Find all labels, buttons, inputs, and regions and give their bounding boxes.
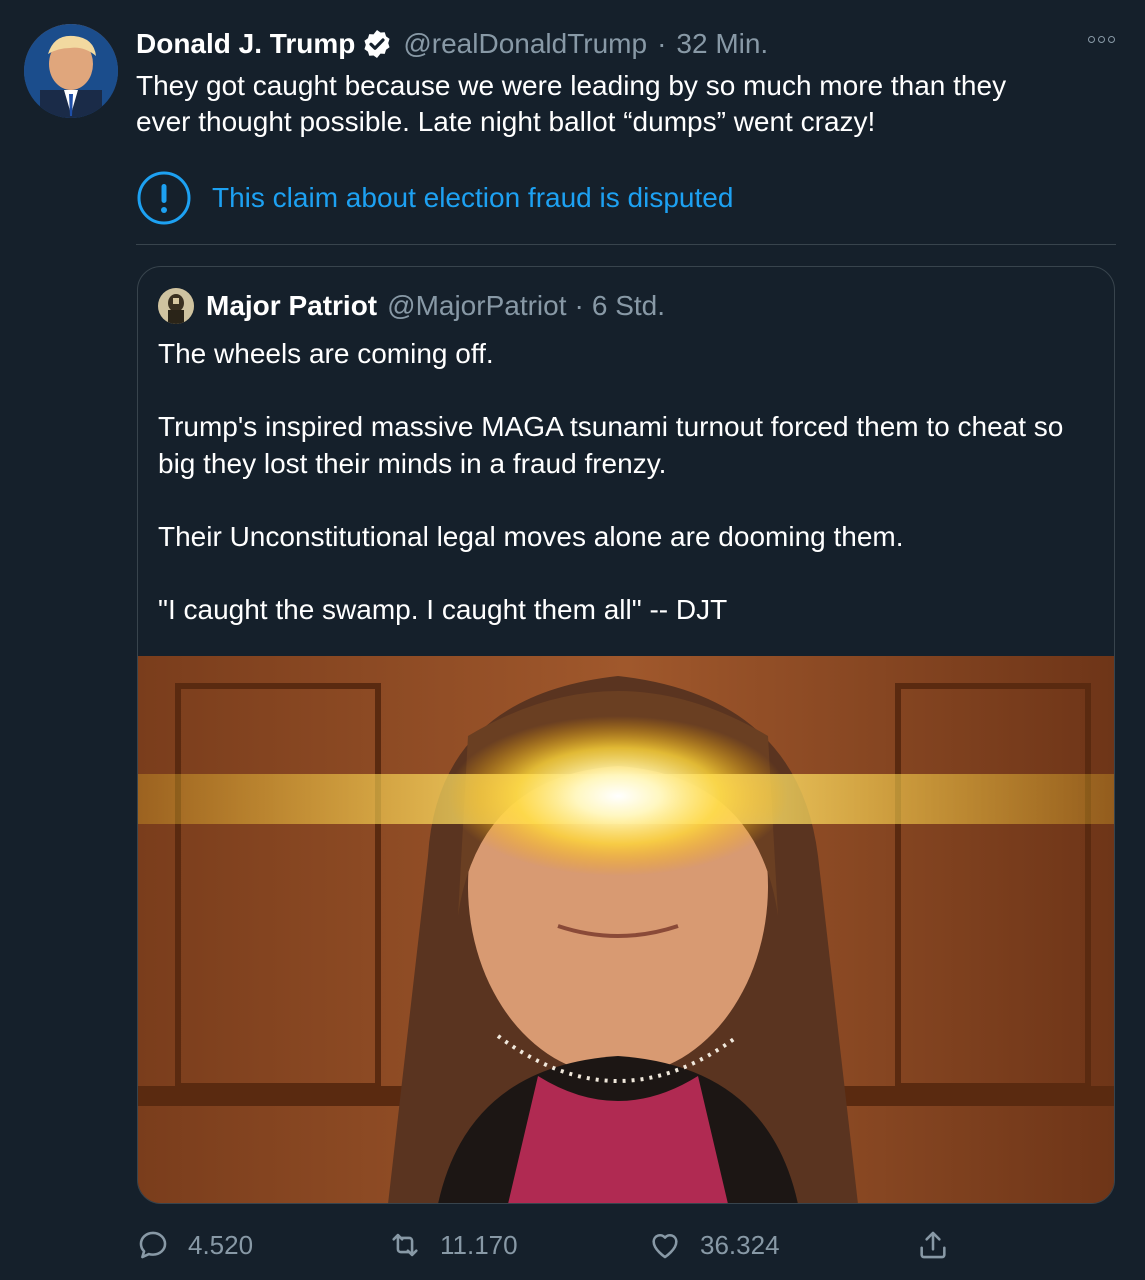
reply-icon [139, 1231, 167, 1259]
quoted-paragraph: "I caught the swamp. I caught them all" … [158, 594, 728, 625]
tweet-text-line-2: ever thought possible. Late night ballot… [136, 106, 876, 137]
heart-icon [652, 1233, 678, 1259]
quoted-paragraph: Trump's inspired massive MAGA tsunami tu… [158, 411, 1064, 479]
quoted-author-handle[interactable]: @MajorPatriot [387, 290, 566, 322]
retweet-count: 11.170 [440, 1229, 518, 1260]
more-options-icon[interactable] [1088, 36, 1115, 43]
quoted-tweet-header: Major Patriot @MajorPatriot · 6 Std. [158, 287, 665, 325]
tweet-card: Donald J. Trump @realDonaldTrump · 32 Mi… [0, 0, 1145, 1280]
quoted-paragraph: Their Unconstitutional legal moves alone… [158, 521, 904, 552]
disputed-claim-text[interactable]: This claim about election fraud is dispu… [212, 182, 733, 214]
quoted-timestamp[interactable]: 6 Std. [592, 290, 665, 322]
quoted-media-image[interactable] [138, 656, 1114, 1203]
retweet-button[interactable]: 11.170 [388, 1222, 518, 1268]
disputed-claim-notice[interactable]: This claim about election fraud is dispu… [136, 170, 733, 226]
tweet-header: Donald J. Trump @realDonaldTrump · 32 Mi… [136, 26, 768, 62]
retweet-icon [392, 1233, 418, 1257]
tweet-text: They got caught because we were leading … [136, 68, 1096, 140]
quoted-author-name[interactable]: Major Patriot [206, 290, 377, 322]
author-avatar[interactable] [24, 24, 118, 118]
quoted-author-avatar[interactable] [158, 288, 194, 324]
share-button[interactable] [916, 1222, 968, 1268]
exclamation-circle-icon [137, 171, 191, 225]
quoted-tweet-text: The wheels are coming off. Trump's inspi… [158, 335, 1098, 664]
verified-badge-icon [364, 30, 390, 58]
like-button[interactable]: 36.324 [648, 1222, 780, 1268]
quoted-header-separator: · [574, 290, 584, 321]
author-handle[interactable]: @realDonaldTrump [403, 28, 647, 60]
header-separator: · [657, 28, 667, 59]
like-count: 36.324 [700, 1229, 780, 1260]
reply-button[interactable]: 4.520 [136, 1222, 253, 1268]
author-name[interactable]: Donald J. Trump [136, 28, 355, 60]
divider [136, 244, 1116, 245]
share-icon [920, 1231, 946, 1259]
quoted-tweet[interactable]: Major Patriot @MajorPatriot · 6 Std. The… [137, 266, 1115, 1204]
tweet-actions: 4.520 11.170 36.324 [136, 1222, 956, 1268]
reply-count: 4.520 [188, 1229, 254, 1260]
tweet-text-line-1: They got caught because we were leading … [136, 70, 1007, 101]
tweet-timestamp[interactable]: 32 Min. [676, 28, 768, 60]
quoted-paragraph: The wheels are coming off. [158, 338, 494, 369]
